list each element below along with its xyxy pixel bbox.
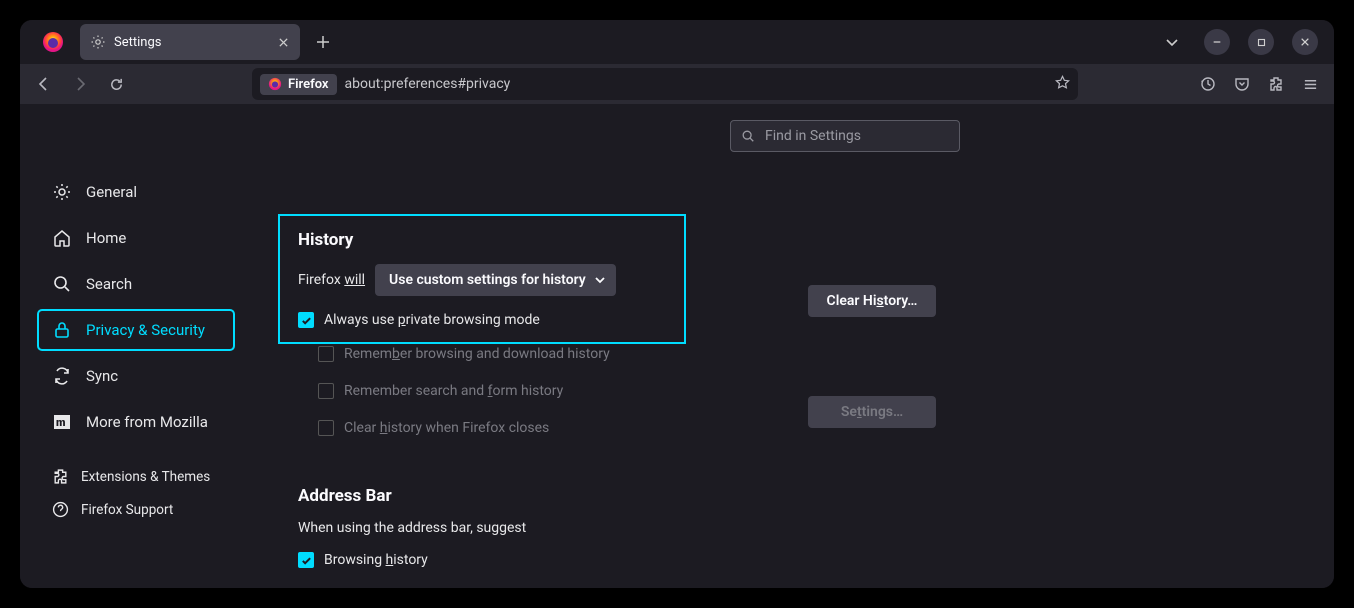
history-icon[interactable] — [1192, 68, 1224, 100]
private-browsing-checkbox[interactable] — [298, 312, 314, 328]
search-icon — [52, 274, 72, 294]
address-bar-title: Address Bar — [298, 486, 526, 506]
tab-title: Settings — [114, 35, 161, 50]
private-browsing-label: Always use private browsing mode — [324, 312, 540, 328]
sidebar-item-label: Privacy & Security — [86, 321, 205, 339]
firefox-will-label: Firefox will — [298, 272, 365, 288]
sidebar-item-label: Search — [86, 275, 132, 293]
history-mode-dropdown[interactable]: Use custom settings for history — [375, 264, 616, 296]
sidebar-item-sync[interactable]: Sync — [38, 356, 234, 396]
url-text: about:preferences#privacy — [345, 76, 1056, 92]
sidebar-item-label: Firefox Support — [81, 502, 173, 518]
sync-icon — [52, 366, 72, 386]
dropdown-value: Use custom settings for history — [389, 272, 586, 288]
sidebar-item-general[interactable]: General — [38, 172, 234, 212]
bookmark-star-icon[interactable] — [1055, 75, 1070, 94]
extensions-icon[interactable] — [1260, 68, 1292, 100]
sidebar-item-label: General — [86, 183, 137, 201]
browsing-history-suggest-checkbox[interactable] — [298, 552, 314, 568]
clear-history-label: Clear history when Firefox closes — [344, 420, 549, 436]
mozilla-icon: m — [52, 412, 72, 432]
address-bar-subtitle: When using the address bar, suggest — [298, 520, 526, 536]
remember-browsing-checkbox — [318, 346, 334, 362]
puzzle-icon — [52, 468, 69, 485]
sidebar-item-privacy-security[interactable]: Privacy & Security — [38, 310, 234, 350]
clear-history-button[interactable]: Clear History… — [808, 285, 936, 317]
settings-main: History Firefox will Use custom settings… — [278, 104, 1334, 588]
reload-button[interactable] — [100, 68, 132, 100]
browser-tab[interactable]: Settings — [80, 24, 300, 60]
tab-close-icon[interactable] — [274, 33, 292, 51]
remember-search-checkbox — [318, 383, 334, 399]
sidebar-item-label: More from Mozilla — [86, 413, 208, 431]
sidebar-item-search[interactable]: Search — [38, 264, 234, 304]
url-identity-box[interactable]: Firefox — [260, 74, 337, 95]
sidebar-item-home[interactable]: Home — [38, 218, 234, 258]
url-bar[interactable]: Firefox about:preferences#privacy — [252, 68, 1078, 100]
forward-button[interactable] — [64, 68, 96, 100]
sidebar-item-firefox-support[interactable]: Firefox Support — [38, 495, 234, 524]
history-title: History — [298, 230, 666, 250]
nav-toolbar: Firefox about:preferences#privacy — [20, 64, 1334, 104]
close-button[interactable] — [1292, 29, 1318, 55]
titlebar: Settings — [20, 20, 1334, 64]
help-icon — [52, 501, 69, 518]
svg-text:m: m — [56, 416, 65, 429]
sidebar-item-more-mozilla[interactable]: m More from Mozilla — [38, 402, 234, 442]
history-settings-button: Settings… — [808, 396, 936, 428]
sidebar-item-extensions-themes[interactable]: Extensions & Themes — [38, 462, 234, 491]
url-identity-label: Firefox — [288, 77, 329, 92]
history-section-highlight: History Firefox will Use custom settings… — [278, 214, 686, 344]
firefox-small-icon — [268, 77, 282, 91]
sidebar-item-label: Extensions & Themes — [81, 469, 210, 485]
back-button[interactable] — [28, 68, 60, 100]
chevron-down-icon — [594, 274, 606, 286]
app-menu-icon[interactable] — [1294, 68, 1326, 100]
home-icon — [52, 228, 72, 248]
address-bar-section: Address Bar When using the address bar, … — [298, 486, 526, 568]
sidebar-item-label: Home — [86, 229, 126, 247]
lock-icon — [52, 320, 72, 340]
gear-icon — [52, 182, 72, 202]
remember-browsing-label: Remember browsing and download history — [344, 346, 610, 362]
gear-icon — [90, 34, 106, 50]
settings-sidebar: General Home Search Privacy & Security S… — [20, 104, 278, 588]
minimize-button[interactable] — [1204, 29, 1230, 55]
sidebar-item-label: Sync — [86, 367, 118, 385]
remember-search-label: Remember search and form history — [344, 383, 563, 399]
firefox-logo-icon — [40, 29, 66, 55]
clear-history-checkbox — [318, 420, 334, 436]
tab-list-button[interactable] — [1158, 28, 1186, 56]
browsing-history-suggest-label: Browsing history — [324, 552, 428, 568]
new-tab-button[interactable] — [308, 27, 338, 57]
maximize-button[interactable] — [1248, 29, 1274, 55]
pocket-icon[interactable] — [1226, 68, 1258, 100]
